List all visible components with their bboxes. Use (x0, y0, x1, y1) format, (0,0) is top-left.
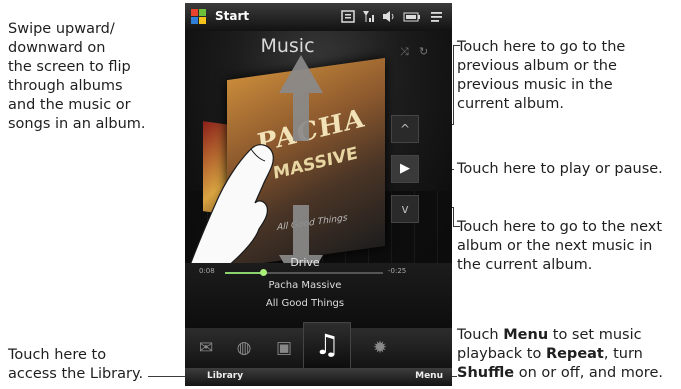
softkey-bar: Library Menu (185, 368, 452, 386)
swipe-instruction: Swipe upward/ downward on the screen to … (8, 21, 146, 132)
tab-mail[interactable]: ✉ (191, 334, 221, 362)
play-pause-button[interactable]: ▶ (391, 155, 419, 183)
tab-internet[interactable]: ◍ (229, 334, 259, 362)
next-button[interactable]: v (391, 195, 419, 223)
volume-icon (383, 11, 394, 22)
signal-icon (363, 11, 374, 22)
phone-screen: Start Music ⤨ ↻ PACHA MASSIVE All Good T… (185, 3, 452, 386)
repeat-icon: ↻ (419, 45, 429, 58)
menu-softkey[interactable]: Menu (415, 371, 443, 381)
elapsed-time: 0:08 (199, 267, 215, 275)
tab-music[interactable]: ♫ (303, 322, 351, 370)
status-bar: Start (185, 3, 452, 31)
library-softkey[interactable]: Library (207, 371, 243, 381)
menu-lines-icon[interactable] (430, 10, 444, 23)
play-instruction: Touch here to play or pause. (457, 161, 663, 177)
leader-previous-h (453, 45, 460, 46)
data-connection-icon (341, 10, 355, 23)
tab-bar: ✉ ◍ ▣ ♫ ✹ (185, 322, 452, 370)
start-label[interactable]: Start (215, 9, 249, 23)
leader-previous-v (453, 45, 454, 124)
album-browser[interactable]: Music ⤨ ↻ PACHA MASSIVE All Good Things … (185, 31, 452, 293)
windows-start-icon[interactable] (191, 9, 207, 25)
tab-photos[interactable]: ▣ (269, 334, 299, 362)
menu-instruction: Touch Menu to set music playback to Repe… (457, 327, 663, 381)
remaining-time: -0:25 (388, 267, 407, 275)
previous-button[interactable]: ^ (391, 115, 419, 143)
leader-next-h2 (453, 226, 460, 227)
progress-knob[interactable] (259, 269, 267, 276)
album-name: All Good Things (265, 298, 345, 309)
battery-icon (403, 12, 420, 22)
progress-fill (225, 272, 263, 274)
shuffle-icon: ⤨ (400, 45, 409, 58)
tab-settings[interactable]: ✹ (365, 334, 395, 362)
library-instruction: Touch here to access the Library. (8, 347, 144, 382)
music-title: Music (260, 35, 315, 57)
leader-next-v (453, 207, 454, 226)
artist-name: Pacha Massive (268, 280, 342, 291)
next-instruction: Touch here to go to the next album or th… (457, 219, 663, 273)
previous-instruction: Touch here to go to the previous album o… (457, 39, 626, 112)
